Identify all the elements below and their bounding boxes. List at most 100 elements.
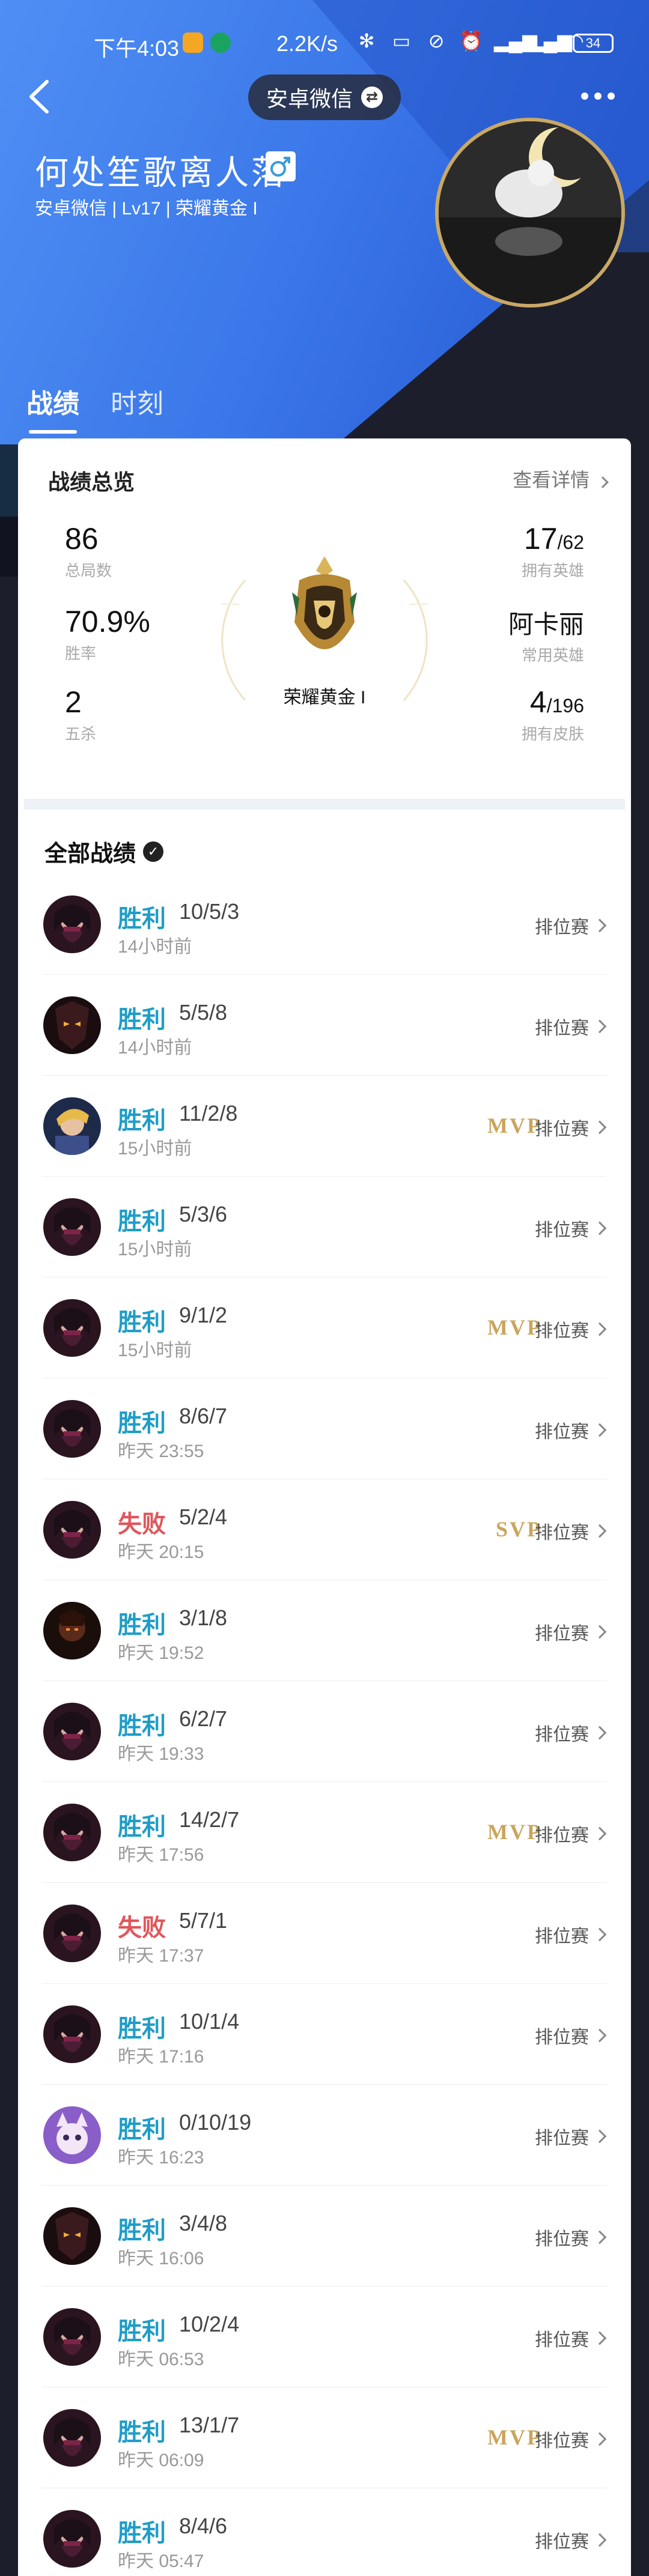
stat-total-games: 86 总局数 bbox=[65, 521, 112, 581]
match-row[interactable]: 胜利 10/1/4 昨天 17:16 排位赛 bbox=[18, 1984, 631, 2085]
match-mode: 排位赛 bbox=[535, 1417, 607, 1443]
hero-avatar bbox=[43, 1703, 101, 1760]
match-kda: 8/4/6 bbox=[179, 2514, 228, 2538]
player-avatar[interactable] bbox=[435, 118, 625, 308]
match-mode-label: 排位赛 bbox=[535, 918, 589, 938]
match-row[interactable]: 胜利 9/1/2 15小时前 MVP 排位赛 bbox=[18, 1277, 631, 1378]
match-kda: 3/1/8 bbox=[179, 1605, 228, 1630]
hero-avatar bbox=[43, 1905, 101, 1962]
match-kda: 10/5/3 bbox=[179, 899, 240, 924]
match-kda: 10/1/4 bbox=[179, 2009, 240, 2034]
match-result: 胜利 bbox=[118, 1108, 166, 1134]
match-row[interactable]: 胜利 3/1/8 昨天 19:52 排位赛 bbox=[18, 1580, 631, 1681]
hero-avatar bbox=[43, 2409, 101, 2467]
match-result: 胜利 bbox=[118, 1208, 166, 1235]
tab-records[interactable]: 战绩 bbox=[26, 382, 79, 434]
match-mode-label: 排位赛 bbox=[535, 1725, 589, 1745]
match-kda: 5/2/4 bbox=[179, 1505, 228, 1529]
rank-name: 荣耀黄金 I bbox=[283, 688, 366, 708]
back-arrow-icon bbox=[29, 80, 49, 114]
chevron-right-icon bbox=[593, 1726, 607, 1740]
hero-avatar bbox=[43, 2308, 101, 2366]
chevron-right-icon bbox=[593, 1826, 607, 1841]
chevron-right-icon bbox=[593, 918, 607, 933]
match-mode: 排位赛 bbox=[535, 1518, 607, 1544]
match-row[interactable]: 胜利 13/1/7 昨天 06:09 MVP 排位赛 bbox=[18, 2387, 631, 2488]
match-row[interactable]: 胜利 8/6/7 昨天 23:55 排位赛 bbox=[18, 1378, 631, 1479]
view-details-label: 查看详情 bbox=[513, 469, 590, 491]
chevron-right-icon bbox=[593, 1019, 607, 1034]
match-time: 15小时前 bbox=[118, 1139, 192, 1159]
match-kda: 14/2/7 bbox=[179, 1807, 240, 1832]
match-row[interactable]: 失败 5/7/1 昨天 17:37 排位赛 bbox=[18, 1883, 631, 1984]
hero-avatar bbox=[43, 1097, 101, 1155]
match-kda: 13/1/7 bbox=[179, 2413, 240, 2437]
match-time: 14小时前 bbox=[118, 937, 192, 957]
tab-moments[interactable]: 时刻 bbox=[111, 382, 163, 434]
match-row[interactable]: 胜利 5/5/8 14小时前 排位赛 bbox=[18, 975, 631, 1076]
match-result: 胜利 bbox=[118, 906, 166, 932]
match-time: 昨天 23:55 bbox=[118, 1441, 204, 1461]
mute-icon: ⊘ bbox=[428, 30, 445, 52]
player-nickname: 何处笙歌离人落 bbox=[35, 154, 287, 192]
bluetooth-icon: ✻ bbox=[358, 30, 375, 52]
match-mode: 排位赛 bbox=[535, 2325, 607, 2351]
hero-avatar bbox=[43, 2005, 101, 2063]
match-row[interactable]: 胜利 6/2/7 昨天 19:33 排位赛 bbox=[18, 1681, 631, 1782]
match-row[interactable]: 失败 5/2/4 昨天 20:15 SVP 排位赛 bbox=[18, 1479, 631, 1580]
match-row[interactable]: 胜利 10/5/3 14小时前 排位赛 bbox=[18, 874, 631, 975]
stat-label: 五杀 bbox=[65, 725, 97, 743]
hero-avatar bbox=[43, 1602, 101, 1659]
chevron-right-icon bbox=[593, 1927, 607, 1942]
match-row[interactable]: 胜利 3/4/8 昨天 16:06 排位赛 bbox=[18, 2186, 631, 2287]
back-button[interactable] bbox=[22, 76, 58, 118]
chevron-right-icon bbox=[593, 1120, 607, 1135]
chevron-right-icon bbox=[593, 2230, 607, 2244]
view-details-link[interactable]: 查看详情 bbox=[513, 465, 609, 492]
hero-avatar bbox=[43, 2207, 101, 2265]
more-dot-icon bbox=[581, 92, 588, 100]
match-mode-label: 排位赛 bbox=[535, 1422, 589, 1442]
match-result: 胜利 bbox=[118, 2217, 166, 2244]
match-mode: 排位赛 bbox=[535, 2527, 607, 2553]
match-time: 昨天 05:47 bbox=[118, 2551, 204, 2571]
stat-win-rate: 70.9% 胜率 bbox=[65, 604, 150, 664]
stat-value: 70.9% bbox=[65, 605, 150, 638]
match-row[interactable]: 胜利 14/2/7 昨天 17:56 MVP 排位赛 bbox=[18, 1782, 631, 1883]
hero-avatar bbox=[43, 896, 101, 953]
profile-meta: 安卓微信 | Lv17 | 荣耀黄金 I bbox=[35, 199, 258, 219]
more-menu-button[interactable] bbox=[577, 84, 619, 108]
match-mode: 排位赛 bbox=[535, 1013, 607, 1040]
match-mode: 排位赛 bbox=[535, 1921, 607, 1948]
hero-avatar bbox=[43, 1501, 101, 1559]
account-switch-button[interactable]: 安卓微信 ⇄ bbox=[248, 74, 401, 120]
match-row[interactable]: 胜利 0/10/19 昨天 16:23 排位赛 bbox=[18, 2085, 631, 2186]
stat-label: 总局数 bbox=[65, 562, 112, 580]
match-result: 胜利 bbox=[118, 2016, 166, 2042]
stat-label: 拥有英雄 bbox=[521, 562, 584, 580]
rank-emblem-block[interactable]: 荣耀黄金 I bbox=[221, 556, 428, 724]
match-time: 昨天 16:23 bbox=[118, 2148, 204, 2168]
match-row[interactable]: 胜利 8/4/6 昨天 05:47 排位赛 bbox=[18, 2488, 631, 2576]
match-time: 昨天 19:52 bbox=[118, 1643, 204, 1663]
chevron-right-icon bbox=[593, 2533, 607, 2547]
gender-male-icon bbox=[266, 151, 296, 181]
mvp-badge: MVP bbox=[487, 1820, 542, 1844]
match-mode: 排位赛 bbox=[535, 2123, 607, 2150]
match-time: 昨天 17:56 bbox=[118, 1845, 204, 1865]
match-row[interactable]: 胜利 11/2/8 15小时前 MVP 排位赛 bbox=[18, 1076, 631, 1177]
match-kda: 9/1/2 bbox=[179, 1303, 228, 1327]
chevron-right-icon bbox=[593, 1524, 607, 1538]
stat-pentakills: 2 五杀 bbox=[65, 685, 96, 744]
match-time: 昨天 17:37 bbox=[118, 1946, 204, 1966]
match-result: 胜利 bbox=[118, 1007, 166, 1033]
chevron-right-icon bbox=[593, 1423, 607, 1437]
stat-label: 拥有皮肤 bbox=[521, 725, 584, 743]
match-row[interactable]: 胜利 5/3/6 15小时前 排位赛 bbox=[18, 1177, 631, 1277]
match-mode: 排位赛 bbox=[535, 1215, 607, 1241]
all-matches-header[interactable]: 全部战绩 ✓ bbox=[44, 835, 164, 868]
match-mode-label: 排位赛 bbox=[535, 1220, 589, 1240]
match-row[interactable]: 胜利 10/2/4 昨天 06:53 排位赛 bbox=[18, 2287, 631, 2387]
stat-label: 胜率 bbox=[65, 644, 97, 662]
stat-total: /62 bbox=[557, 532, 584, 553]
